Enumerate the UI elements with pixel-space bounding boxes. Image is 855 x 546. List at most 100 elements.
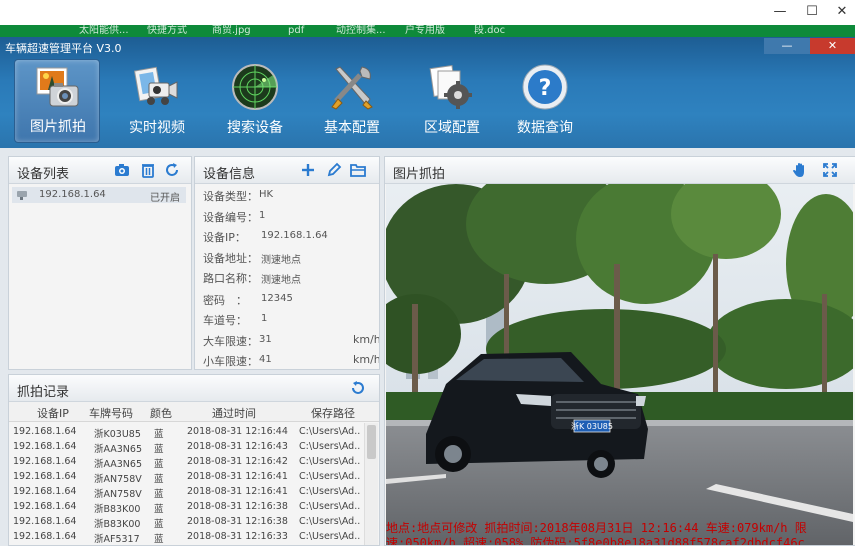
info-unit: km/h [353, 353, 380, 366]
device-list-panel: 设备列表 192.168.1.64 已开启 [8, 156, 192, 370]
hand-pan-icon[interactable] [791, 161, 809, 179]
snapshot-image[interactable]: 浙K 03U85 地点:地点可修改 抓拍时间:2018年08月31日 12:16… [386, 184, 853, 546]
info-value: 测速地点 [261, 255, 301, 266]
cell-color: 蓝 [154, 489, 164, 500]
device-info-row: 大车限速： 31 km/h [203, 333, 379, 349]
toolbar-label: 数据查询 [517, 120, 573, 136]
table-row[interactable]: 192.168.1.64 浙K03U85 蓝 2018-08-31 12:16:… [9, 425, 369, 440]
folder-icon[interactable] [349, 161, 367, 179]
cell-ip: 192.168.1.64 [13, 471, 77, 482]
device-info-panel: 设备信息 设备类型： HK 设备编号： 1 设备IP： 192.168.1.64… [194, 156, 380, 370]
info-key: 设备地址： [203, 252, 258, 265]
cell-path: C:\Users\Ad... [299, 531, 361, 542]
toolbar-data-query-button[interactable]: ? 数据查询 [502, 59, 588, 143]
cell-ip: 192.168.1.64 [13, 441, 77, 452]
column-header[interactable]: 设备IP [23, 405, 83, 421]
device-info-row: 路口名称： 测速地点 [203, 270, 375, 286]
capture-log-column-headers: 设备IP 车牌号码 颜色 通过时间 保存路径 [9, 402, 379, 422]
app-close-button[interactable]: ✕ [810, 38, 855, 54]
cell-color: 蓝 [154, 534, 164, 545]
toolbar-label: 基本配置 [324, 120, 380, 136]
device-list-title: 设备列表 [17, 167, 70, 182]
window-minimize-button[interactable]: — [767, 3, 793, 21]
info-value: 测速地点 [261, 275, 301, 286]
taskbar-item: 太阳能供... [79, 25, 129, 36]
table-row[interactable]: 192.168.1.64 浙B83K00 蓝 2018-08-31 12:16:… [9, 500, 369, 515]
snapshot-panel: 图片抓拍 浙K 03U85 地点:地点可修改 抓拍时间:2018年08月31日 … [384, 156, 855, 546]
table-row[interactable]: 192.168.1.64 浙B83K00 蓝 2018-08-31 12:16:… [9, 515, 369, 530]
cell-ip: 192.168.1.64 [13, 456, 77, 467]
video-camera-icon [133, 66, 178, 105]
info-key: 路口名称： [203, 272, 258, 285]
capture-log-panel: 抓拍记录 设备IP 车牌号码 颜色 通过时间 保存路径 192.168.1.64… [8, 374, 380, 546]
info-value: 192.168.1.64 [261, 230, 328, 241]
cell-color: 蓝 [154, 519, 164, 530]
cell-path: C:\Users\Ad... [299, 441, 361, 452]
toolbar-photo-capture-button[interactable]: 图片抓拍 [14, 59, 100, 143]
cell-color: 蓝 [154, 504, 164, 515]
column-header[interactable]: 通过时间 [199, 405, 269, 421]
table-row[interactable]: 192.168.1.64 浙AN758V 蓝 2018-08-31 12:16:… [9, 485, 369, 500]
refresh-icon[interactable] [163, 161, 181, 179]
fullscreen-icon[interactable] [821, 161, 839, 179]
cell-path: C:\Users\Ad... [299, 456, 361, 467]
cell-plate: 浙B83K00 [94, 519, 141, 530]
cell-time: 2018-08-31 12:16:41 [187, 486, 288, 497]
reload-icon[interactable] [349, 379, 367, 397]
info-value: 41 [259, 354, 272, 365]
snapshot-overlay-line2: 速:050km/h 超速:058% 防伪码:5f8e0b8e18a31d88f5… [386, 536, 805, 546]
window-close-button[interactable]: ✕ [829, 3, 855, 21]
cell-ip: 192.168.1.64 [13, 501, 77, 512]
device-info-row: 小车限速： 41 km/h [203, 353, 379, 369]
snapshot-header: 图片抓拍 [385, 157, 855, 184]
cell-ip: 192.168.1.64 [13, 516, 77, 527]
toolbar-live-video-button[interactable]: 实时视频 [114, 59, 200, 143]
device-info-header: 设备信息 [195, 157, 379, 184]
svg-text:?: ? [539, 76, 552, 101]
log-scrollbar[interactable] [364, 423, 378, 545]
outer-window-titlebar: — ☐ ✕ [0, 0, 855, 25]
taskbar-item: pdf [288, 25, 305, 36]
toolbar-area-config-button[interactable]: 区域配置 [409, 59, 495, 143]
log-scrollbar-thumb[interactable] [367, 425, 376, 459]
column-header[interactable]: 保存路径 [303, 405, 363, 421]
plus-icon[interactable] [299, 161, 317, 179]
toolbar-search-device-button[interactable]: 搜索设备 [212, 59, 298, 143]
toolbar-label: 区域配置 [424, 120, 480, 136]
cell-color: 蓝 [154, 474, 164, 485]
toolbar-basic-config-button[interactable]: 基本配置 [309, 59, 395, 143]
cell-color: 蓝 [154, 459, 164, 470]
cell-path: C:\Users\Ad... [299, 471, 361, 482]
radar-icon [232, 64, 278, 110]
cell-time: 2018-08-31 12:16:38 [187, 516, 288, 527]
delete-icon[interactable] [139, 161, 157, 179]
info-key: 密码 ： [203, 294, 247, 307]
app-title: 车辆超速管理平台 V3.0 [5, 42, 122, 55]
column-header[interactable]: 颜色 [144, 405, 178, 421]
toolbar-label: 实时视频 [129, 120, 185, 136]
table-row[interactable]: 192.168.1.64 浙AF5317 蓝 2018-08-31 12:16:… [9, 530, 369, 545]
info-unit: km/h [353, 333, 380, 346]
cell-ip: 192.168.1.64 [13, 531, 77, 542]
add-camera-icon[interactable] [113, 161, 131, 179]
device-info-row: 密码 ： 12345 [203, 292, 375, 308]
device-info-row: 设备编号： 1 [203, 209, 375, 225]
cell-time: 2018-08-31 12:16:44 [187, 426, 288, 437]
table-row[interactable]: 192.168.1.64 浙AA3N65 蓝 2018-08-31 12:16:… [9, 455, 369, 470]
device-list-item[interactable]: 192.168.1.64 已开启 [12, 187, 186, 204]
info-key: 大车限速： [203, 335, 258, 348]
info-key: 小车限速： [203, 355, 258, 368]
app-minimize-button[interactable]: — [764, 38, 810, 54]
taskbar-item: 快捷方式 [147, 25, 187, 36]
toolbar-label: 图片抓拍 [30, 119, 86, 135]
column-header[interactable]: 车牌号码 [81, 405, 141, 421]
taskbar-item: 户专用版 [405, 25, 445, 36]
snapshot-title: 图片抓拍 [393, 167, 446, 182]
window-maximize-button[interactable]: ☐ [799, 3, 825, 21]
tools-icon [331, 66, 373, 110]
cell-time: 2018-08-31 12:16:43 [187, 441, 288, 452]
edit-pencil-icon[interactable] [325, 161, 343, 179]
table-row[interactable]: 192.168.1.64 浙AA3N65 蓝 2018-08-31 12:16:… [9, 440, 369, 455]
cell-ip: 192.168.1.64 [13, 486, 77, 497]
table-row[interactable]: 192.168.1.64 浙AN758V 蓝 2018-08-31 12:16:… [9, 470, 369, 485]
